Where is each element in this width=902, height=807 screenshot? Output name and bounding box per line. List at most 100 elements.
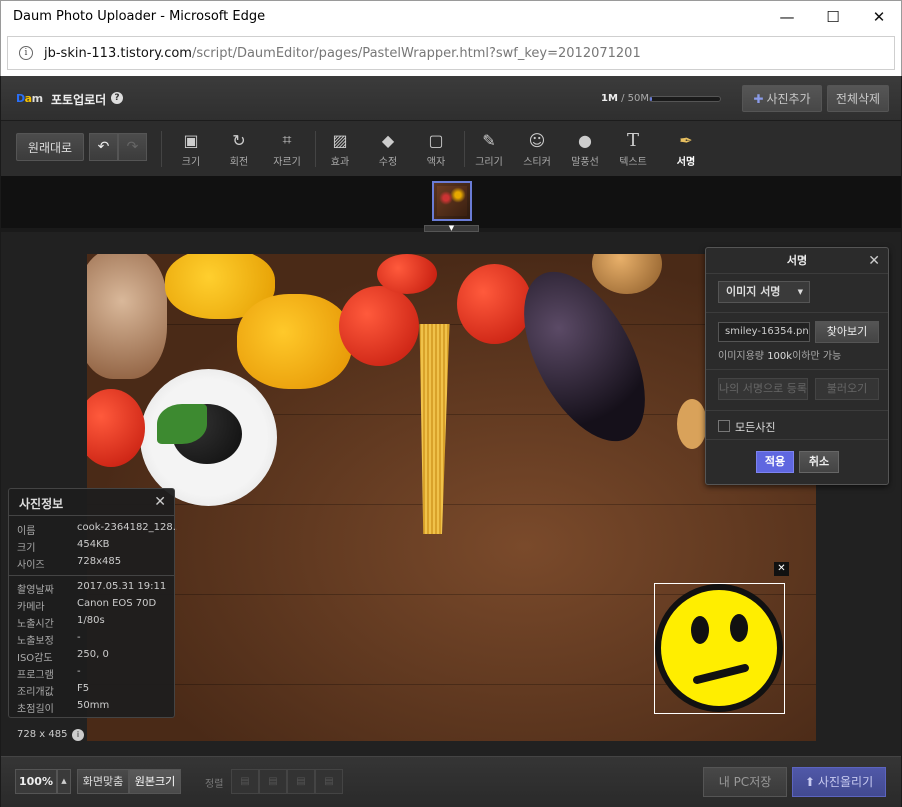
yellow-pepper — [237, 294, 352, 389]
signature-file-field[interactable]: smiley-16354.png — [718, 322, 810, 342]
onion — [592, 254, 662, 294]
redo-button[interactable]: ↷ — [118, 133, 147, 161]
tool-balloon[interactable]: ● 말풍선 — [562, 129, 608, 173]
bread — [87, 254, 167, 379]
spaghetti — [419, 324, 450, 534]
app-title: 포토업로더 — [51, 93, 107, 107]
info-key: 초점길이 — [17, 704, 54, 715]
effect-icon: ▨ — [332, 130, 348, 150]
align-full-button[interactable]: ▤ — [315, 769, 343, 794]
add-photo-button[interactable]: ✚ 사진추가 — [742, 85, 822, 112]
photo-info-panel: 사진정보 ✕ 이름 cook-2364182_128... 크기 454KB 사이즈… — [8, 488, 177, 718]
info-key: 프로그램 — [17, 670, 54, 681]
info-value: - — [77, 632, 81, 643]
filmstrip-toggle[interactable]: ▼ — [424, 225, 479, 232]
panel-divider — [706, 312, 888, 313]
upload-photo-button[interactable]: ⬆ 사진올리기 — [792, 767, 886, 797]
info-key: 이름 — [17, 526, 36, 537]
maximize-button[interactable]: ☐ — [810, 1, 856, 33]
pasta — [677, 399, 707, 449]
cancel-button[interactable]: 취소 — [799, 451, 839, 473]
revert-button[interactable]: 원래대로 — [16, 133, 84, 161]
delete-all-button[interactable]: 전체삭제 — [827, 85, 889, 112]
tool-balloon-label: 말풍선 — [571, 157, 599, 168]
info-value: F5 — [77, 683, 90, 694]
photo-thumbnail[interactable] — [432, 181, 472, 221]
quota-text: 1M / 50M — [601, 93, 649, 104]
align-full-icon: ▤ — [324, 776, 334, 787]
align-right-button[interactable]: ▤ — [287, 769, 315, 794]
undo-button[interactable]: ↶ — [89, 133, 118, 161]
sticker-icon: ☺ — [528, 130, 546, 150]
info-icon[interactable]: i — [19, 46, 33, 60]
photo-info-header: 사진정보 ✕ — [9, 489, 174, 516]
tool-effect[interactable]: ▨ 효과 — [317, 129, 363, 173]
close-icon[interactable]: ✕ — [868, 248, 880, 274]
info-value: 50mm — [77, 700, 110, 711]
info-value: cook-2364182_128... — [77, 522, 177, 533]
panel-divider — [706, 439, 888, 440]
tool-draw[interactable]: ✎ 그리기 — [466, 129, 512, 173]
remove-signature-icon[interactable]: ✕ — [774, 562, 789, 576]
save-to-pc-button[interactable]: 내 PC저장 — [703, 767, 787, 797]
info-key: 카메라 — [17, 602, 45, 613]
tool-retouch-label: 수정 — [378, 157, 398, 168]
eraser-icon: ◆ — [381, 130, 395, 150]
fit-screen-button[interactable]: 화면맞춤 — [77, 769, 129, 794]
quota-bar — [649, 96, 721, 102]
info-value: 250, 0 — [77, 649, 109, 660]
toolbar-divider — [161, 131, 162, 167]
tool-text-label: 텍스트 — [619, 157, 647, 168]
signature-overlay[interactable] — [654, 583, 785, 714]
apply-button[interactable]: 적용 — [756, 451, 794, 473]
original-size-button[interactable]: 원본크기 — [129, 769, 181, 794]
frame-icon: ▢ — [428, 130, 444, 150]
info-icon[interactable]: i — [72, 729, 84, 741]
browse-button[interactable]: 찾아보기 — [815, 321, 879, 343]
align-left-button[interactable]: ▤ — [231, 769, 259, 794]
tool-frame[interactable]: ▢ 액자 — [413, 129, 459, 173]
tool-signature[interactable]: ✒ 서명 — [663, 129, 709, 173]
info-key: 노출시간 — [17, 619, 54, 630]
tool-sticker-label: 스티커 — [523, 157, 551, 168]
url-field[interactable]: i jb-skin-113.tistory.com/script/DaumEdi… — [7, 36, 895, 70]
quota-used: 1M — [601, 93, 618, 104]
close-icon[interactable]: ✕ — [154, 494, 166, 510]
tool-rotate-label: 회전 — [229, 157, 249, 168]
tool-crop[interactable]: ⌗ 자르기 — [264, 129, 310, 173]
url-path: /script/DaumEditor/pages/PastelWrapper.h… — [191, 46, 641, 61]
photo-info-title: 사진정보 — [19, 497, 64, 511]
tomato — [339, 286, 419, 366]
close-window-button[interactable]: ✕ — [856, 1, 902, 33]
image-dimensions: 728 x 485 — [17, 729, 68, 740]
tool-rotate[interactable]: ↻ 회전 — [216, 129, 262, 173]
register-signature-button[interactable]: 나의 서명으로 등록 — [718, 378, 808, 400]
tomato — [457, 264, 532, 344]
load-signature-button[interactable]: 불러오기 — [815, 378, 879, 400]
bottom-bar: 100% ▲ 화면맞춤 원본크기 정렬 ▤ ▤ ▤ ▤ 내 PC저장 ⬆ 사진올리… — [1, 756, 901, 807]
info-key: 조리개값 — [17, 687, 54, 698]
signature-type-select[interactable]: 이미지 서명 ▼ — [718, 281, 810, 303]
tool-signature-label: 서명 — [676, 157, 696, 168]
align-right-icon: ▤ — [296, 776, 306, 787]
text-icon: T — [626, 129, 639, 151]
upload-photo-label: 사진올리기 — [817, 775, 874, 789]
minimize-button[interactable]: — — [764, 1, 810, 33]
zoom-level[interactable]: 100% — [15, 769, 57, 794]
info-value: 2017.05.31 19:11 — [77, 581, 167, 592]
info-key: 촬영날짜 — [17, 585, 54, 596]
resize-icon: ▣ — [183, 130, 199, 150]
tool-sticker[interactable]: ☺ 스티커 — [514, 129, 560, 173]
zoom-dropdown-icon[interactable]: ▲ — [57, 769, 71, 794]
undo-icon: ↶ — [97, 139, 110, 155]
plus-icon: ✚ — [753, 91, 764, 106]
tool-resize[interactable]: ▣ 크기 — [168, 129, 214, 173]
help-icon[interactable]: ? — [111, 92, 123, 104]
redo-icon: ↷ — [126, 139, 139, 155]
tool-retouch[interactable]: ◆ 수정 — [365, 129, 411, 173]
tool-text[interactable]: T 텍스트 — [610, 129, 656, 173]
all-photos-label: 모든사진 — [735, 421, 776, 434]
url-text[interactable]: jb-skin-113.tistory.com/script/DaumEdito… — [44, 46, 641, 61]
align-center-button[interactable]: ▤ — [259, 769, 287, 794]
all-photos-checkbox[interactable] — [718, 420, 730, 432]
